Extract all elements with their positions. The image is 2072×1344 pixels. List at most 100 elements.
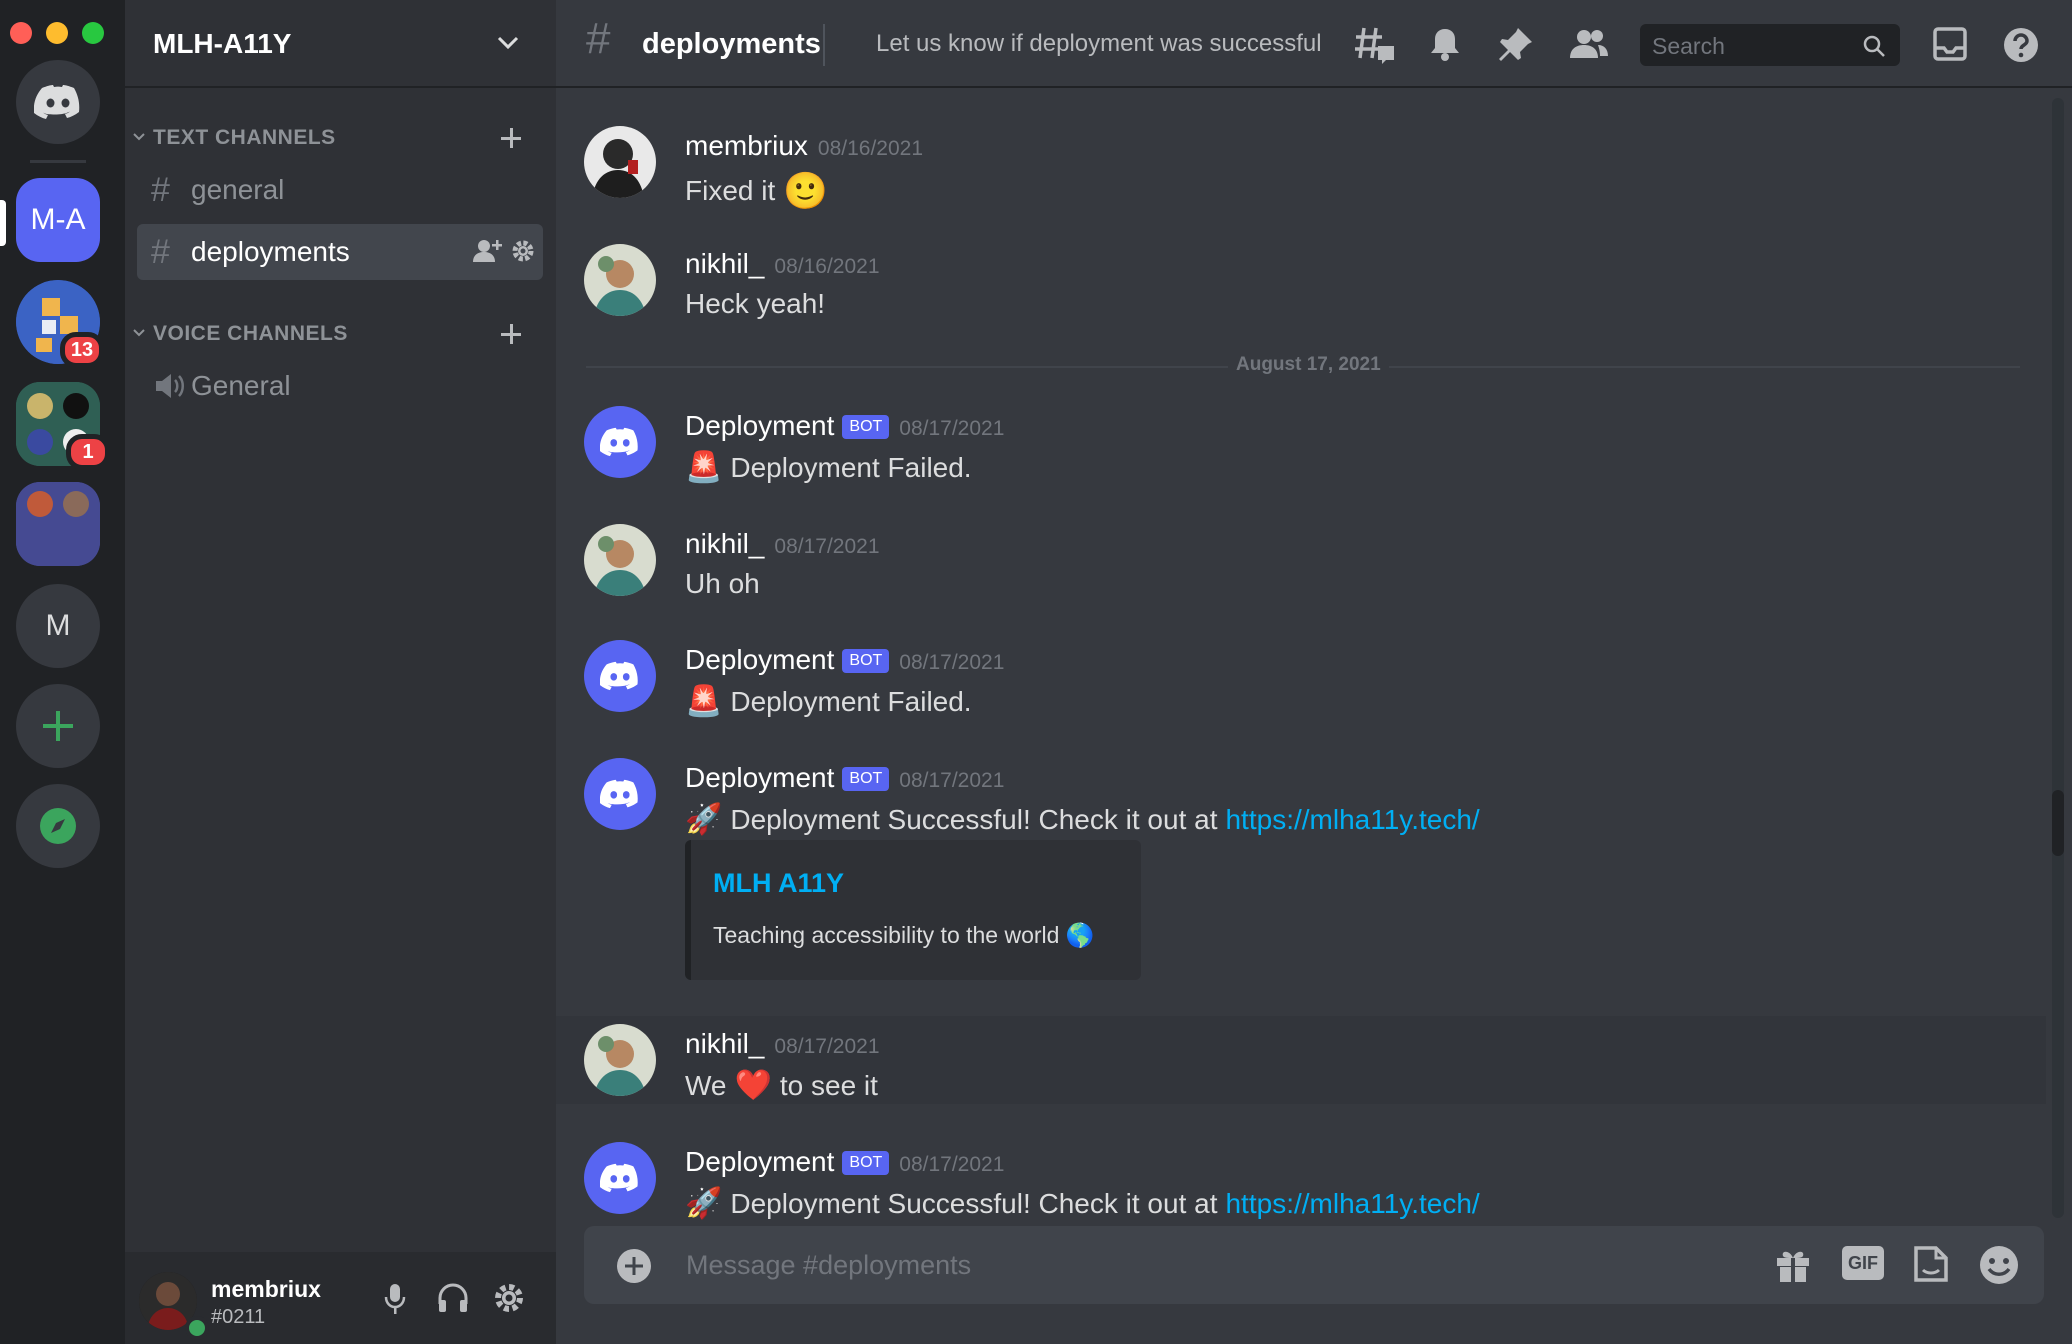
chevron-down-icon[interactable] <box>497 36 519 50</box>
collapse-chevron-icon[interactable] <box>133 328 145 338</box>
add-server-button[interactable] <box>16 684 100 768</box>
window-maximize-button[interactable] <box>82 22 104 44</box>
unread-badge: 1 <box>66 434 110 470</box>
server-folder[interactable]: 1 <box>16 382 110 470</box>
notification-bell-icon[interactable] <box>1428 26 1462 62</box>
bot-avatar[interactable] <box>584 1142 656 1214</box>
inbox-icon[interactable] <box>1932 26 1968 62</box>
microphone-icon[interactable] <box>383 1282 407 1316</box>
discord-logo-icon <box>600 661 638 691</box>
message-item[interactable]: Deployment BOT 08/17/2021 🚀 Deployment Succ… <box>584 1142 2044 1220</box>
avatar-image <box>584 524 656 596</box>
message-author[interactable]: Deployment <box>685 1146 834 1177</box>
server-folder-2[interactable] <box>16 482 100 566</box>
message-item[interactable]: Deployment BOT 08/17/2021 🚨 Deployment Fail… <box>584 640 2044 718</box>
rotating-light-emoji: 🚨 <box>685 451 723 484</box>
message-item[interactable]: Deployment BOT 08/17/2021 🚨 Deployment Fail… <box>584 406 2044 484</box>
invite-icon[interactable] <box>473 238 503 264</box>
message-composer: Message #deployments GIF <box>584 1226 2044 1304</box>
headphones-icon[interactable] <box>437 1282 469 1314</box>
server-m-a[interactable]: M-A <box>16 178 100 262</box>
message-item[interactable]: nikhil_ 08/17/2021 We ❤️ to see it <box>584 1024 2044 1102</box>
message-input[interactable]: Message #deployments <box>686 1250 971 1281</box>
hash-icon: # <box>151 170 170 209</box>
server-name: MLH-A11Y <box>153 28 292 59</box>
gift-icon[interactable] <box>1774 1246 1812 1284</box>
server-m[interactable]: M <box>16 584 100 668</box>
channel-topic[interactable]: Let us know if deployment was successful <box>876 30 1322 58</box>
search-input[interactable]: Search <box>1640 24 1900 66</box>
avatar[interactable] <box>584 126 656 198</box>
message-link[interactable]: https://mlha11y.tech/ <box>1225 1188 1479 1220</box>
message-author[interactable]: nikhil_ <box>685 248 764 279</box>
message-author[interactable]: nikhil_ <box>685 1028 764 1059</box>
online-status-dot <box>185 1316 209 1340</box>
user-settings-gear-icon[interactable] <box>493 1282 525 1314</box>
member-list-icon[interactable] <box>1568 28 1610 60</box>
pin-icon[interactable] <box>1498 26 1534 62</box>
server-header[interactable]: MLH-A11Y <box>125 0 556 88</box>
folder-servers-icon <box>16 482 100 566</box>
discord-logo-icon <box>600 779 638 809</box>
message-item[interactable]: nikhil_ 08/16/2021 Heck yeah! <box>584 244 2044 320</box>
channel-settings-gear-icon[interactable] <box>511 239 535 263</box>
bot-avatar[interactable] <box>584 758 656 830</box>
window-minimize-button[interactable] <box>46 22 68 44</box>
rocket-emoji: 🚀 <box>685 803 723 836</box>
message-text: Deployment Failed. <box>730 451 972 483</box>
server-label: M <box>45 609 71 642</box>
gif-button[interactable]: GIF <box>1842 1246 1884 1280</box>
message-link[interactable]: https://mlha11y.tech/ <box>1225 804 1479 836</box>
home-button[interactable] <box>16 60 100 144</box>
voice-channels-category[interactable]: VOICE CHANNELS <box>153 322 348 346</box>
avatar[interactable] <box>584 244 656 316</box>
user-panel: membriux #0211 <box>125 1252 556 1344</box>
emoji-picker-icon[interactable] <box>1978 1244 2020 1286</box>
sticker-icon[interactable] <box>1912 1244 1950 1284</box>
channel-sidebar: MLH-A11Y TEXT CHANNELS # general # deplo… <box>125 0 556 1344</box>
message-timestamp: 08/17/2021 <box>899 651 1005 674</box>
channel-item-deployments[interactable]: # deployments <box>137 224 543 280</box>
scrollbar-thumb[interactable] <box>2052 790 2064 856</box>
message-text: Uh oh <box>685 568 760 599</box>
server-blocks[interactable]: 13 <box>16 280 104 368</box>
message-author[interactable]: membriux <box>685 130 808 161</box>
avatar-image <box>584 244 656 316</box>
message-item[interactable]: nikhil_ 08/17/2021 Uh oh <box>584 524 2044 600</box>
bot-avatar[interactable] <box>584 640 656 712</box>
message-author[interactable]: nikhil_ <box>685 528 764 559</box>
heart-emoji: ❤️ <box>734 1069 772 1102</box>
add-server-icon <box>43 711 73 741</box>
globe-emoji: 🌎 <box>1065 922 1095 948</box>
window-close-button[interactable] <box>10 22 32 44</box>
help-icon[interactable] <box>2002 26 2040 64</box>
avatar[interactable] <box>584 1024 656 1096</box>
channel-item-general[interactable]: # general <box>137 162 543 218</box>
message-author[interactable]: Deployment <box>685 762 834 793</box>
collapse-chevron-icon[interactable] <box>133 132 145 142</box>
search-icon <box>1863 35 1885 57</box>
add-channel-icon[interactable] <box>499 322 523 346</box>
bot-tag: BOT <box>842 767 890 791</box>
explore-servers-button[interactable] <box>16 784 100 868</box>
avatar[interactable] <box>584 524 656 596</box>
message-timestamp: 08/16/2021 <box>817 137 924 160</box>
message-author[interactable]: Deployment <box>685 410 834 441</box>
add-channel-icon[interactable] <box>499 126 523 150</box>
message-timestamp: 08/17/2021 <box>899 417 1005 440</box>
hash-icon: # <box>586 14 611 63</box>
message-text-before: We <box>685 1069 727 1101</box>
message-item[interactable]: Deployment BOT 08/17/2021 🚀 Deployment Succ… <box>584 758 2044 982</box>
voice-channel-general[interactable]: General <box>137 358 543 414</box>
unread-badge: 13 <box>60 332 104 368</box>
chat-area: # deployments Let us know if deployment … <box>556 0 2072 1344</box>
upload-plus-icon[interactable] <box>616 1248 652 1284</box>
message-item[interactable]: membriux 08/16/2021 Fixed it 🙂 <box>584 126 2044 211</box>
threads-icon[interactable] <box>1354 26 1396 66</box>
bot-avatar[interactable] <box>584 406 656 478</box>
message-author[interactable]: Deployment <box>685 644 834 675</box>
text-channels-category[interactable]: TEXT CHANNELS <box>153 126 336 150</box>
message-text: Deployment Successful! Check it out at <box>730 803 1218 835</box>
scrollbar-track[interactable] <box>2052 98 2064 1218</box>
embed-title[interactable]: MLH A11Y <box>713 868 844 899</box>
